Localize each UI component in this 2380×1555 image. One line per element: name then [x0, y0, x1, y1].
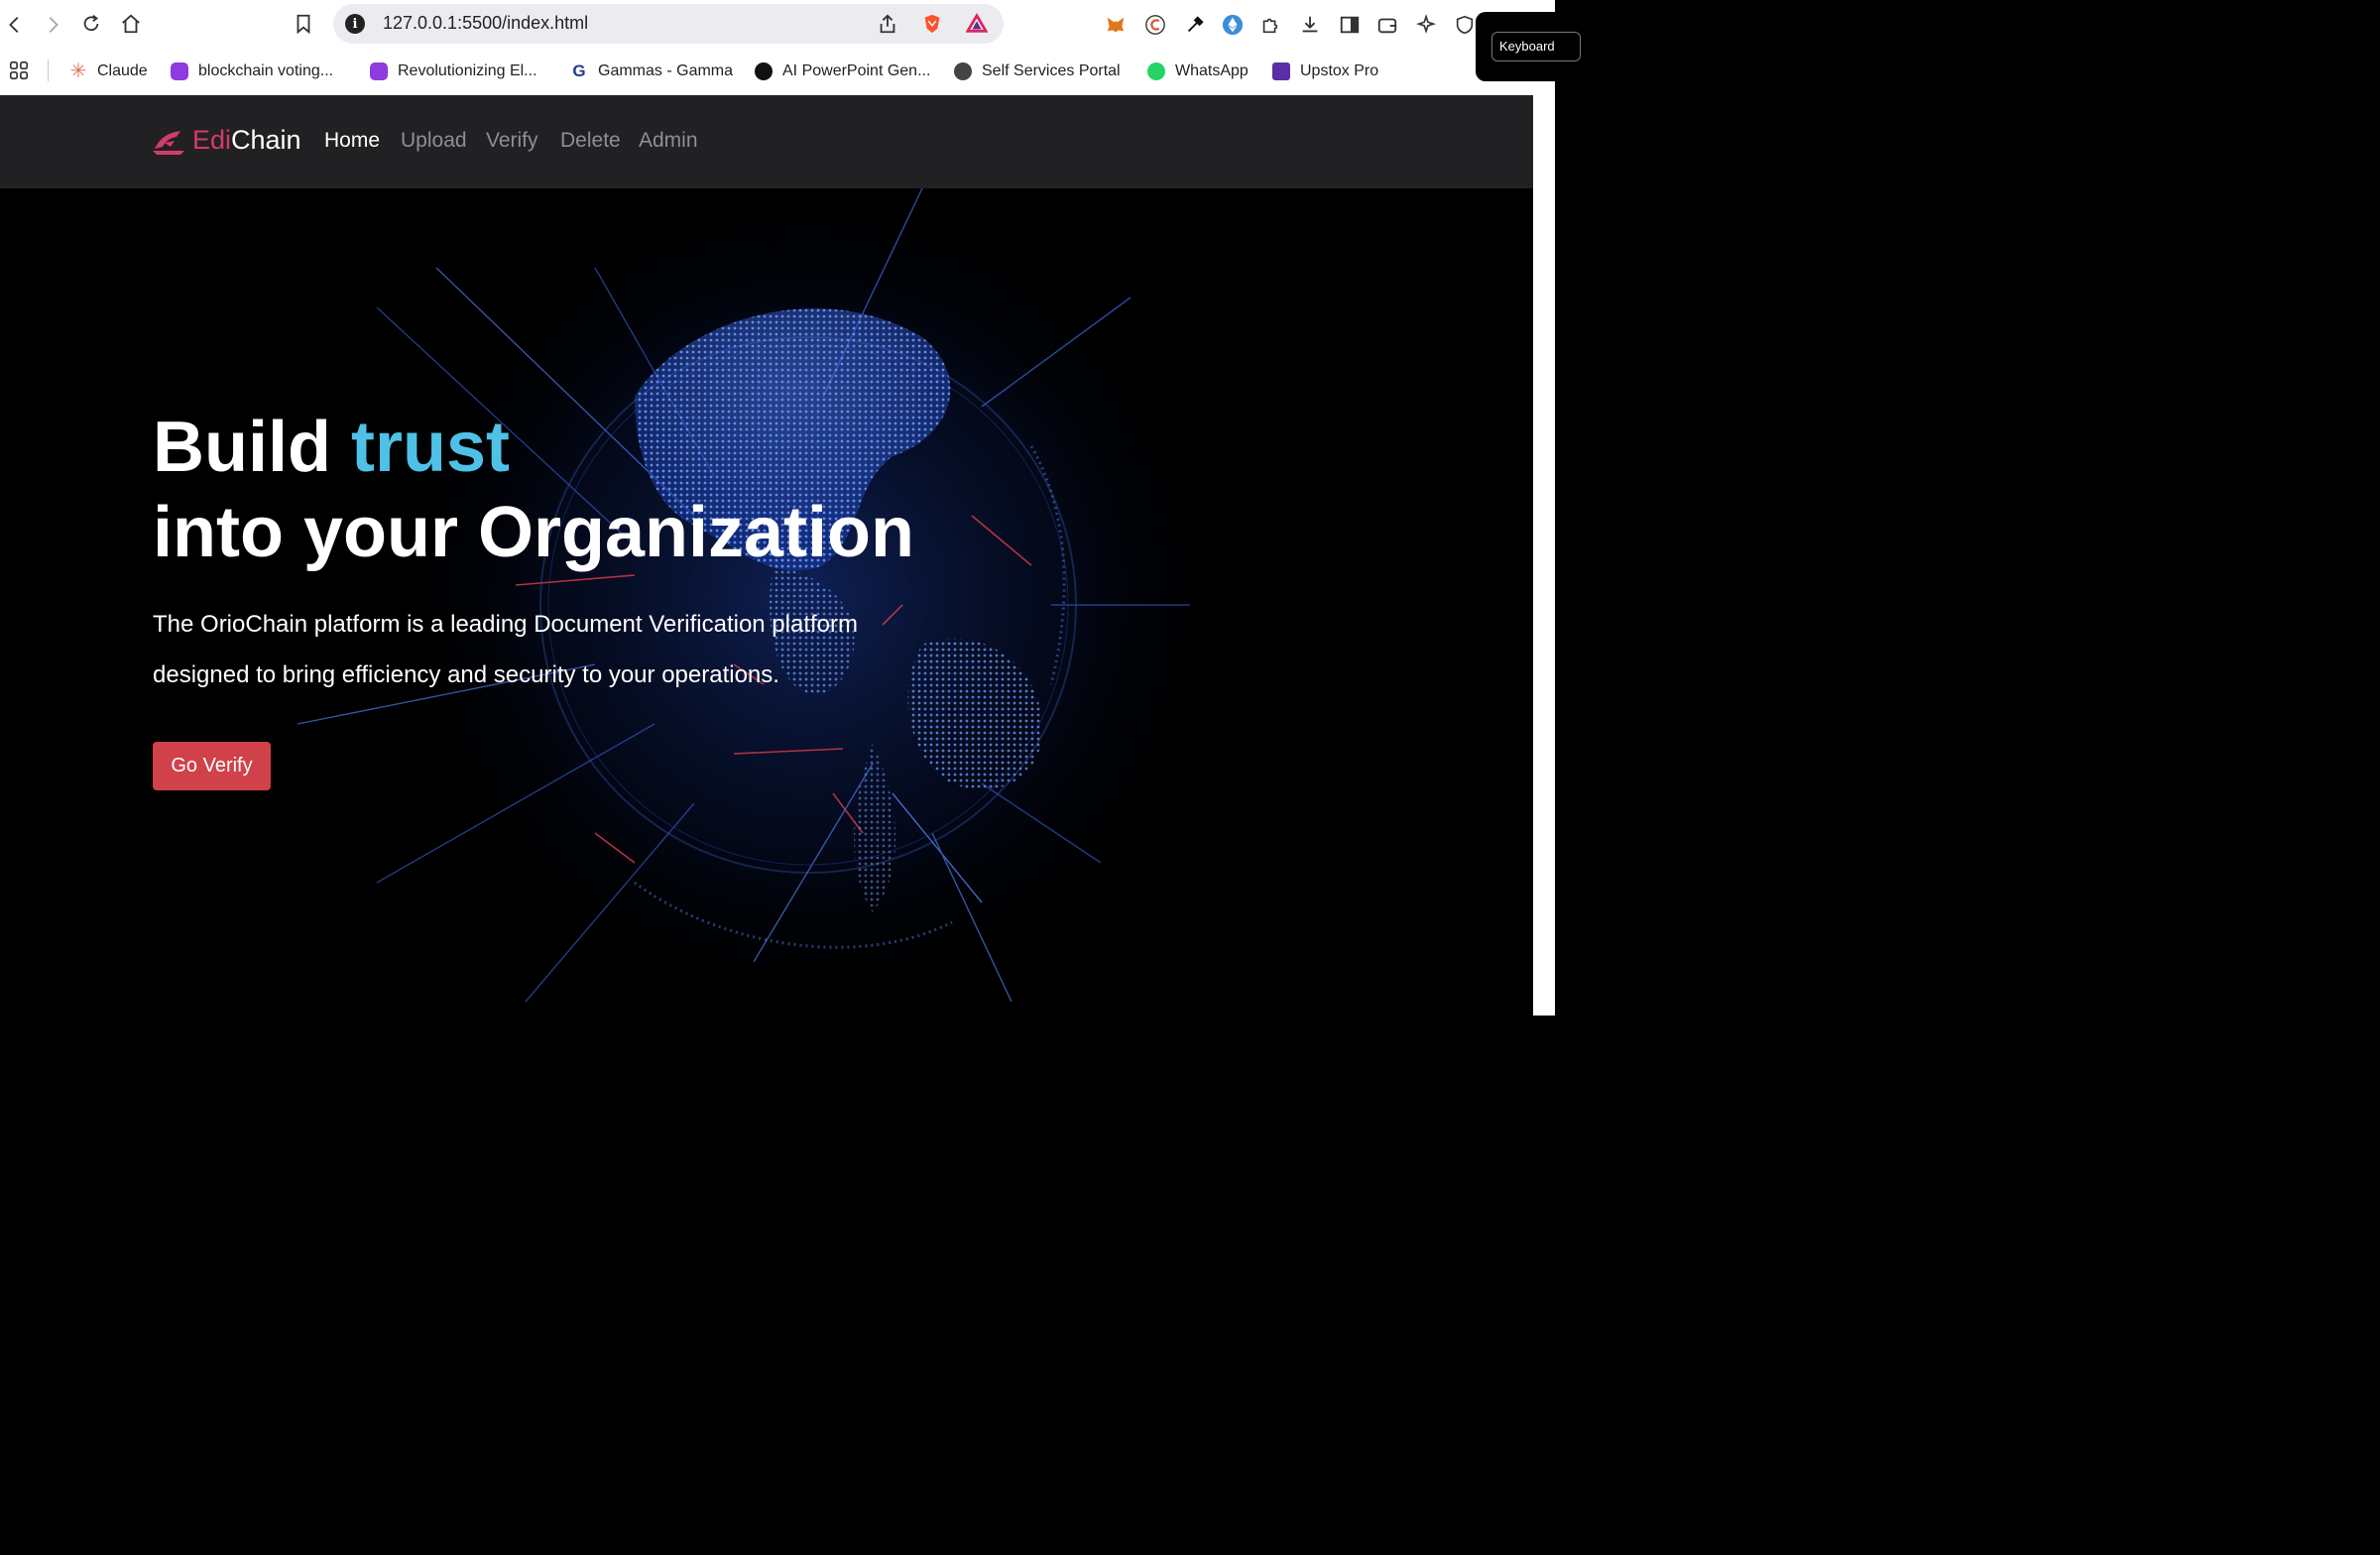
extension-c-icon[interactable] — [1142, 12, 1168, 38]
share-icon[interactable] — [877, 13, 898, 35]
hero-title-accent-trust: trust — [350, 408, 510, 487]
claude-icon: ✳ — [69, 60, 87, 82]
sidebar-icon[interactable] — [1337, 12, 1363, 38]
webpage: Edi Chain Home Upload Verify Delete Admin — [0, 95, 1533, 1016]
address-bar[interactable]: i 127.0.0.1:5500/index.html — [333, 4, 1004, 44]
wallet-icon[interactable] — [1374, 12, 1400, 38]
adjacent-window-strip — [1533, 79, 1555, 1016]
ethereum-icon[interactable] — [1220, 12, 1246, 38]
nav-delete[interactable]: Delete — [560, 129, 621, 153]
hero-title-line2: into your Organization — [153, 493, 914, 572]
whatsapp-icon — [1147, 62, 1165, 80]
site-info-icon[interactable]: i — [345, 14, 365, 34]
reload-icon[interactable] — [79, 12, 103, 36]
bookmark-upstox[interactable]: Upstox Pro — [1272, 60, 1378, 83]
metamask-icon[interactable] — [1103, 12, 1129, 38]
brave-shield-icon[interactable] — [920, 12, 944, 36]
bookmark-ai-powerpoint[interactable]: AI PowerPoint Gen... — [755, 60, 930, 83]
leo-ai-icon[interactable] — [1414, 12, 1440, 38]
bookmark-self-services[interactable]: Self Services Portal — [954, 60, 1121, 83]
ai-ppt-icon — [755, 62, 773, 80]
forward-icon[interactable] — [42, 13, 63, 37]
bookmark-blockchain-voting[interactable]: blockchain voting... — [171, 60, 333, 83]
vpn-shield-icon[interactable] — [1452, 12, 1478, 38]
bookmark-whatsapp[interactable]: WhatsApp — [1147, 60, 1249, 83]
back-icon[interactable] — [4, 13, 26, 37]
bookmark-gammas[interactable]: G Gammas - Gamma — [570, 60, 733, 83]
brave-rewards-icon[interactable] — [964, 12, 990, 36]
home-icon[interactable] — [119, 12, 143, 36]
brand-name-part2: Chain — [231, 125, 301, 155]
url-text[interactable]: 127.0.0.1:5500/index.html — [383, 13, 588, 34]
upstox-icon — [1272, 62, 1290, 80]
hero-section: Build trust into your Organization The O… — [0, 188, 1533, 1016]
browser-chrome: i 127.0.0.1:5500/index.html ✳ Claude blo… — [0, 0, 1555, 95]
eyedropper-icon[interactable] — [1182, 12, 1208, 38]
apps-grid-icon[interactable] — [8, 60, 30, 81]
keyboard-tooltip: Keyboard — [1476, 12, 1581, 81]
gamma-hex-icon — [171, 62, 188, 80]
bookmarks-bar: ✳ Claude blockchain voting... Revolution… — [0, 50, 1555, 93]
nav-upload[interactable]: Upload — [401, 129, 467, 153]
bookmark-icon[interactable] — [292, 12, 315, 36]
go-verify-button[interactable]: Go Verify — [153, 742, 271, 790]
site-navbar: Edi Chain Home Upload Verify Delete Admin — [0, 95, 1533, 188]
nav-verify[interactable]: Verify — [486, 129, 538, 153]
nav-admin[interactable]: Admin — [639, 129, 698, 153]
brand-logo-link[interactable]: Edi Chain — [151, 125, 301, 156]
globe-icon — [954, 62, 972, 80]
download-icon[interactable] — [1297, 12, 1323, 38]
tooltip-text: Keyboard — [1491, 32, 1581, 61]
browser-toolbar: i 127.0.0.1:5500/index.html — [0, 0, 1555, 50]
hero-lead-text: The OrioChain platform is a leading Docu… — [153, 611, 858, 688]
brand-name-part1: Edi — [192, 125, 232, 155]
bookmark-revolutionizing[interactable]: Revolutionizing El... — [370, 60, 537, 83]
gamma-g-icon: G — [572, 61, 586, 80]
edichain-logo-icon — [153, 130, 184, 155]
gamma-hex-icon — [370, 62, 388, 80]
hero-title: Build trust into your Organization — [153, 405, 914, 575]
bookmark-claude[interactable]: ✳ Claude — [69, 60, 148, 83]
bookmarks-divider — [48, 60, 49, 81]
nav-home[interactable]: Home — [324, 129, 380, 153]
extensions-puzzle-icon[interactable] — [1257, 12, 1283, 38]
hero-title-word-build: Build — [153, 408, 331, 487]
